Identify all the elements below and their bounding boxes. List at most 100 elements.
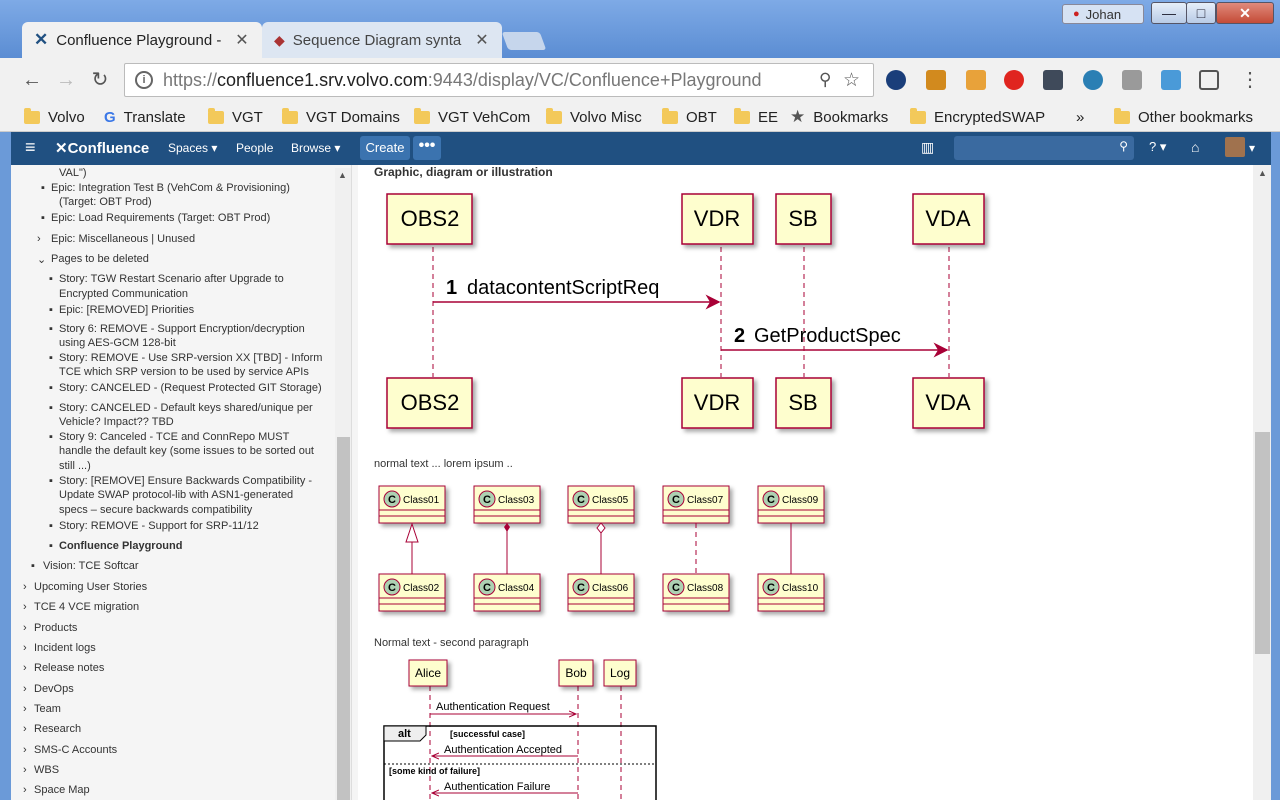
tree-item[interactable]: Story: CANCELED - (Request Protected GIT…: [59, 382, 322, 394]
avatar[interactable]: [1225, 137, 1245, 157]
bookmark-translate[interactable]: G Translate: [104, 105, 186, 129]
tree-item[interactable]: Epic: Miscellaneous | Unused: [51, 233, 195, 245]
bookmark-bookmarks[interactable]: ★ Bookmarks: [790, 105, 888, 129]
tree-item[interactable]: Epic: Integration Test B (VehCom & Provi…: [51, 182, 290, 194]
bookmark-encryptedswap[interactable]: EncryptedSWAP: [910, 105, 1045, 129]
tree-item[interactable]: still ...): [59, 460, 91, 472]
star-icon[interactable]: ☆: [843, 69, 873, 92]
tree-item[interactable]: SMS-C Accounts: [34, 744, 117, 756]
tree-item[interactable]: Incident logs: [34, 642, 96, 654]
content-scrollbar-thumb[interactable]: [1255, 432, 1270, 654]
tree-item[interactable]: Story: TGW Restart Scenario after Upgrad…: [59, 273, 284, 285]
tree-item[interactable]: Encrypted Communication: [59, 288, 188, 300]
extension-k-icon[interactable]: [966, 70, 986, 90]
close-tab-icon[interactable]: ✕: [234, 30, 250, 50]
new-tab-button[interactable]: [501, 32, 547, 50]
browser-menu-button[interactable]: ⋮: [1236, 66, 1264, 94]
chevron-right-icon[interactable]: ›: [23, 703, 27, 715]
maximize-button[interactable]: □: [1186, 2, 1216, 24]
app-menu-icon[interactable]: ≡: [25, 137, 36, 158]
chevron-down-icon[interactable]: ⌄: [37, 253, 46, 266]
browse-menu[interactable]: Browse ▾: [291, 141, 340, 155]
address-bar[interactable]: i https://confluence1.srv.volvo.com:9443…: [124, 63, 874, 97]
bookmark-vgt-vehcom[interactable]: VGT VehCom: [414, 105, 530, 129]
tree-item[interactable]: TCE which SRP version to be used by serv…: [59, 366, 309, 378]
spaces-menu[interactable]: Spaces ▾: [168, 141, 217, 155]
tab-confluence-playground[interactable]: ✕ Confluence Playground - ✕: [22, 22, 262, 58]
chevron-right-icon[interactable]: ›: [23, 601, 27, 613]
chevron-right-icon[interactable]: ›: [37, 233, 41, 245]
tree-item[interactable]: Research: [34, 723, 81, 735]
zoom-icon[interactable]: ⚲: [819, 70, 843, 90]
search-input[interactable]: ⚲: [954, 136, 1134, 160]
tree-item-current[interactable]: Confluence Playground: [59, 540, 182, 552]
reload-button[interactable]: ↻: [86, 66, 114, 94]
tree-item[interactable]: handle the default key (some issues to b…: [59, 445, 314, 457]
tab-sequence-diagram[interactable]: ◆ Sequence Diagram synta ✕: [262, 22, 502, 58]
tree-item[interactable]: VAL"): [59, 167, 87, 179]
chevron-right-icon[interactable]: ›: [23, 662, 27, 674]
info-icon[interactable]: i: [135, 71, 153, 89]
bookmark-vgt[interactable]: VGT: [208, 105, 263, 129]
scroll-up-icon[interactable]: ▲: [1258, 168, 1267, 178]
confluence-logo[interactable]: ✕Confluence: [55, 139, 149, 157]
help-menu[interactable]: ? ▾: [1149, 139, 1166, 155]
tree-item[interactable]: Release notes: [34, 662, 104, 674]
extension-code-icon[interactable]: [1161, 70, 1181, 90]
tree-item[interactable]: Pages to be deleted: [51, 253, 149, 265]
tree-item[interactable]: Upcoming User Stories: [34, 581, 147, 593]
url-text[interactable]: https://confluence1.srv.volvo.com:9443/d…: [163, 70, 819, 91]
chevron-right-icon[interactable]: ›: [23, 642, 27, 654]
extension-copy-icon[interactable]: [1199, 70, 1219, 90]
tree-item[interactable]: Story 9: Canceled - TCE and ConnRepo MUS…: [59, 431, 289, 443]
tree-item[interactable]: using AES-GCM 128-bit: [59, 337, 176, 349]
extension-cloud-icon[interactable]: [886, 70, 906, 90]
close-tab-icon[interactable]: ✕: [474, 30, 490, 50]
tree-item[interactable]: Update SWAP protocol-lib with ASN1-gener…: [59, 489, 293, 501]
people-link[interactable]: People: [236, 141, 273, 155]
tree-item[interactable]: specs – secure backwards compatibility: [59, 504, 252, 516]
extension-wave-icon[interactable]: [1083, 70, 1103, 90]
tree-item[interactable]: Space Map: [34, 784, 90, 796]
bookmarks-overflow-button[interactable]: »: [1076, 105, 1084, 129]
extension-monitor-icon[interactable]: [1043, 70, 1063, 90]
chevron-right-icon[interactable]: ›: [23, 723, 27, 735]
bookmark-vgt-domains[interactable]: VGT Domains: [282, 105, 400, 129]
create-more-button[interactable]: •••: [413, 136, 441, 160]
tree-item[interactable]: Vision: TCE Softcar: [43, 560, 139, 572]
bookmark-other-bookmarks[interactable]: Other bookmarks: [1114, 105, 1253, 129]
tree-item[interactable]: Team: [34, 703, 61, 715]
scroll-up-icon[interactable]: ▲: [338, 170, 347, 180]
tree-item[interactable]: Products: [34, 622, 77, 634]
tree-item[interactable]: (Target: OBT Prod): [59, 196, 152, 208]
chevron-right-icon[interactable]: ›: [23, 764, 27, 776]
chevron-right-icon[interactable]: ›: [23, 744, 27, 756]
tree-item[interactable]: Epic: [REMOVED] Priorities: [59, 304, 194, 316]
close-window-button[interactable]: ✕: [1216, 2, 1274, 24]
forward-button[interactable]: →: [52, 66, 80, 94]
tree-item[interactable]: Story: REMOVE - Use SRP-version XX [TBD]…: [59, 352, 322, 364]
tree-item[interactable]: DevOps: [34, 683, 74, 695]
tree-item[interactable]: Story: CANCELED - Default keys shared/un…: [59, 402, 313, 414]
extension-j-icon[interactable]: [1122, 70, 1142, 90]
tree-item[interactable]: Story 6: REMOVE - Support Encryption/dec…: [59, 323, 305, 335]
minimize-button[interactable]: —: [1151, 2, 1187, 24]
tree-item[interactable]: Story: [REMOVE] Ensure Backwards Compati…: [59, 475, 312, 487]
tree-item[interactable]: TCE 4 VCE migration: [34, 601, 139, 613]
sidebar-toggle-icon[interactable]: ▥: [921, 139, 934, 156]
chevron-right-icon[interactable]: ›: [23, 581, 27, 593]
bookmark-ee[interactable]: EE: [734, 105, 778, 129]
sidebar-scrollbar-thumb[interactable]: [337, 437, 350, 800]
chevron-right-icon[interactable]: ›: [23, 683, 27, 695]
back-button[interactable]: ←: [18, 66, 46, 94]
chevron-right-icon[interactable]: ›: [23, 622, 27, 634]
extension-box-icon[interactable]: [926, 70, 946, 90]
user-menu-caret[interactable]: ▾: [1249, 141, 1255, 155]
tree-item[interactable]: WBS: [34, 764, 59, 776]
create-button[interactable]: Create: [360, 136, 410, 160]
bookmark-obt[interactable]: OBT: [662, 105, 717, 129]
tree-item[interactable]: Vehicle? Impact?? TBD: [59, 416, 174, 428]
opera-icon[interactable]: [1004, 70, 1024, 90]
bookmark-volvo-misc[interactable]: Volvo Misc: [546, 105, 642, 129]
tree-item[interactable]: Epic: Load Requirements (Target: OBT Pro…: [51, 212, 270, 224]
